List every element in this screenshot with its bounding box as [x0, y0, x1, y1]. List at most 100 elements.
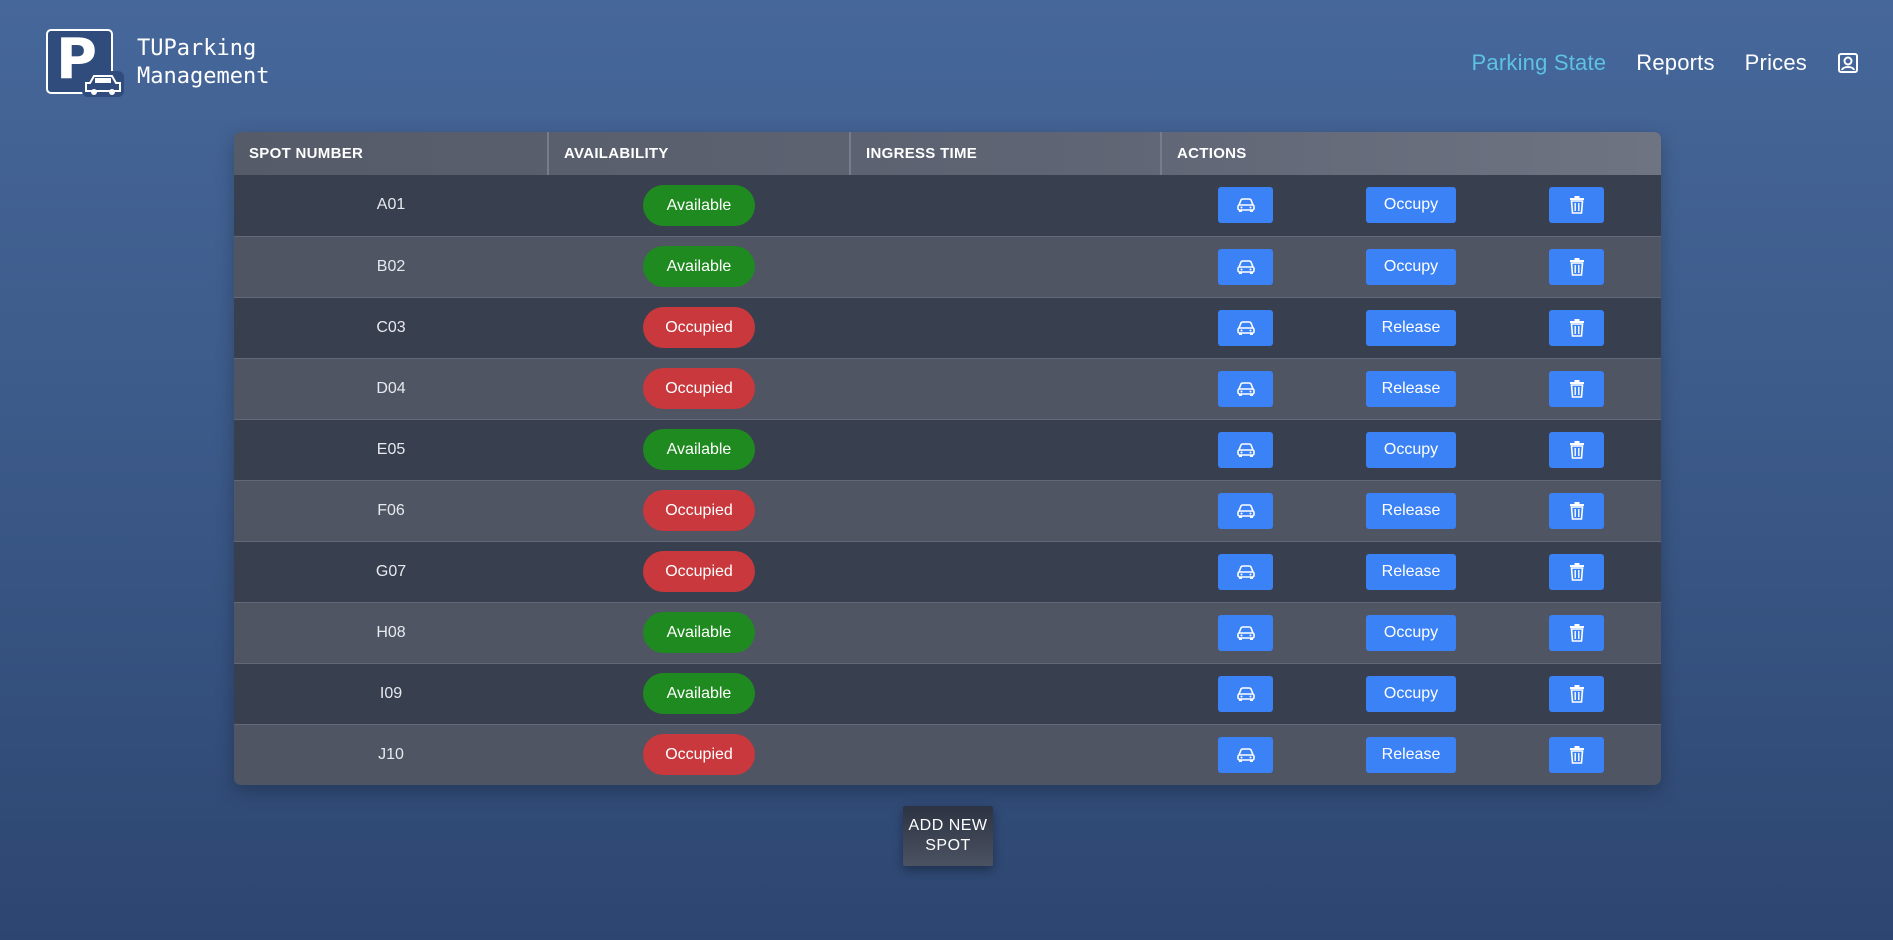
toggle-occupancy-button[interactable]: Release — [1366, 736, 1456, 773]
add-new-spot-button[interactable]: ADD NEW SPOT — [903, 806, 993, 866]
app-title-line2: Management — [137, 63, 270, 89]
toggle-occupancy-button[interactable]: Occupy — [1366, 431, 1456, 468]
availability-badge: Available — [643, 246, 755, 287]
actions-cell: Release — [1161, 479, 1661, 541]
nav-prices[interactable]: Prices — [1745, 50, 1807, 76]
view-vehicle-button[interactable] — [1218, 309, 1273, 346]
ingress-time-cell — [850, 662, 1161, 724]
trash-icon — [1569, 379, 1585, 398]
view-vehicle-button[interactable] — [1218, 187, 1273, 224]
trash-icon — [1569, 257, 1585, 276]
column-header-spot-number[interactable]: SPOT NUMBER — [234, 132, 549, 175]
table-row: B02 Available Occupy — [234, 235, 1661, 297]
ingress-time-cell — [850, 175, 1161, 236]
delete-spot-button[interactable] — [1549, 248, 1604, 285]
actions-cell: Occupy — [1161, 662, 1661, 724]
view-vehicle-button[interactable] — [1218, 248, 1273, 285]
parking-logo-icon: P — [46, 27, 124, 97]
view-vehicle-button[interactable] — [1218, 614, 1273, 651]
trash-icon — [1569, 196, 1585, 215]
ingress-time-cell — [850, 418, 1161, 480]
ingress-time-cell — [850, 357, 1161, 419]
delete-spot-button[interactable] — [1549, 614, 1604, 651]
spot-number-cell: J10 — [234, 723, 548, 785]
table-row: F06 Occupied Release — [234, 479, 1661, 541]
toggle-occupancy-button[interactable]: Release — [1366, 370, 1456, 407]
trash-icon — [1569, 745, 1585, 764]
nav-reports[interactable]: Reports — [1636, 50, 1714, 76]
view-vehicle-button[interactable] — [1218, 370, 1273, 407]
main-nav: Parking State Reports Prices — [1442, 50, 1859, 76]
availability-cell: Available — [548, 418, 850, 480]
trash-icon — [1569, 562, 1585, 581]
view-vehicle-button[interactable] — [1218, 431, 1273, 468]
actions-cell: Occupy — [1161, 235, 1661, 297]
table-row: J10 Occupied Release — [234, 723, 1661, 785]
ingress-time-cell — [850, 540, 1161, 602]
car-icon — [1236, 442, 1256, 458]
spot-number-cell: E05 — [234, 418, 548, 480]
delete-spot-button[interactable] — [1549, 675, 1604, 712]
view-vehicle-button[interactable] — [1218, 736, 1273, 773]
delete-spot-button[interactable] — [1549, 736, 1604, 773]
table-header-row: SPOT NUMBER AVAILABILITY INGRESS TIME AC… — [234, 132, 1661, 175]
ingress-time-cell — [850, 296, 1161, 358]
availability-cell: Available — [548, 662, 850, 724]
availability-badge: Available — [643, 184, 755, 226]
availability-cell: Available — [548, 601, 850, 663]
table-row: D04 Occupied Release — [234, 357, 1661, 419]
trash-icon — [1569, 440, 1585, 459]
delete-spot-button[interactable] — [1549, 187, 1604, 224]
toggle-occupancy-button[interactable]: Release — [1366, 492, 1456, 529]
car-icon — [1236, 564, 1256, 580]
app-logo[interactable]: P TUParking Management — [46, 27, 270, 97]
car-icon — [1236, 625, 1256, 641]
delete-spot-button[interactable] — [1549, 309, 1604, 346]
toggle-occupancy-button[interactable]: Occupy — [1366, 187, 1456, 224]
toggle-occupancy-button[interactable]: Occupy — [1366, 248, 1456, 285]
nav-parking-state[interactable]: Parking State — [1472, 50, 1607, 76]
availability-cell: Available — [548, 175, 850, 236]
car-icon — [1236, 503, 1256, 519]
spot-number-cell: D04 — [234, 357, 548, 419]
table-row: G07 Occupied Release — [234, 540, 1661, 602]
parking-spots-table: SPOT NUMBER AVAILABILITY INGRESS TIME AC… — [234, 132, 1661, 785]
availability-badge: Available — [643, 429, 755, 470]
column-header-actions[interactable]: ACTIONS — [1161, 132, 1661, 175]
car-icon — [1236, 197, 1256, 213]
user-profile-icon[interactable] — [1837, 52, 1859, 74]
ingress-time-cell — [850, 723, 1161, 785]
toggle-occupancy-button[interactable]: Release — [1366, 309, 1456, 346]
add-button-line1: ADD NEW — [908, 817, 988, 834]
delete-spot-button[interactable] — [1549, 492, 1604, 529]
column-header-ingress-time[interactable]: INGRESS TIME — [850, 132, 1162, 175]
availability-badge: Occupied — [643, 307, 755, 348]
actions-cell: Occupy — [1161, 418, 1661, 480]
delete-spot-button[interactable] — [1549, 431, 1604, 468]
view-vehicle-button[interactable] — [1218, 675, 1273, 712]
spot-number-cell: I09 — [234, 662, 548, 724]
table-row: H08 Available Occupy — [234, 601, 1661, 663]
table-row: A01 Available Occupy — [234, 175, 1661, 236]
delete-spot-button[interactable] — [1549, 370, 1604, 407]
actions-cell: Release — [1161, 357, 1661, 419]
availability-badge: Occupied — [643, 551, 755, 592]
spot-number-cell: G07 — [234, 540, 548, 602]
ingress-time-cell — [850, 601, 1161, 663]
toggle-occupancy-button[interactable]: Occupy — [1366, 675, 1456, 712]
actions-cell: Release — [1161, 296, 1661, 358]
table-row: C03 Occupied Release — [234, 296, 1661, 358]
toggle-occupancy-button[interactable]: Release — [1366, 553, 1456, 590]
table-row: I09 Available Occupy — [234, 662, 1661, 724]
view-vehicle-button[interactable] — [1218, 553, 1273, 590]
car-icon — [1236, 747, 1256, 763]
app-title-line1: TUParking — [137, 35, 257, 61]
view-vehicle-button[interactable] — [1218, 492, 1273, 529]
actions-cell: Release — [1161, 723, 1661, 785]
toggle-occupancy-button[interactable]: Occupy — [1366, 614, 1456, 651]
delete-spot-button[interactable] — [1549, 553, 1604, 590]
actions-cell: Release — [1161, 540, 1661, 602]
availability-badge: Available — [643, 673, 755, 714]
column-header-availability[interactable]: AVAILABILITY — [548, 132, 851, 175]
availability-badge: Occupied — [643, 734, 755, 776]
